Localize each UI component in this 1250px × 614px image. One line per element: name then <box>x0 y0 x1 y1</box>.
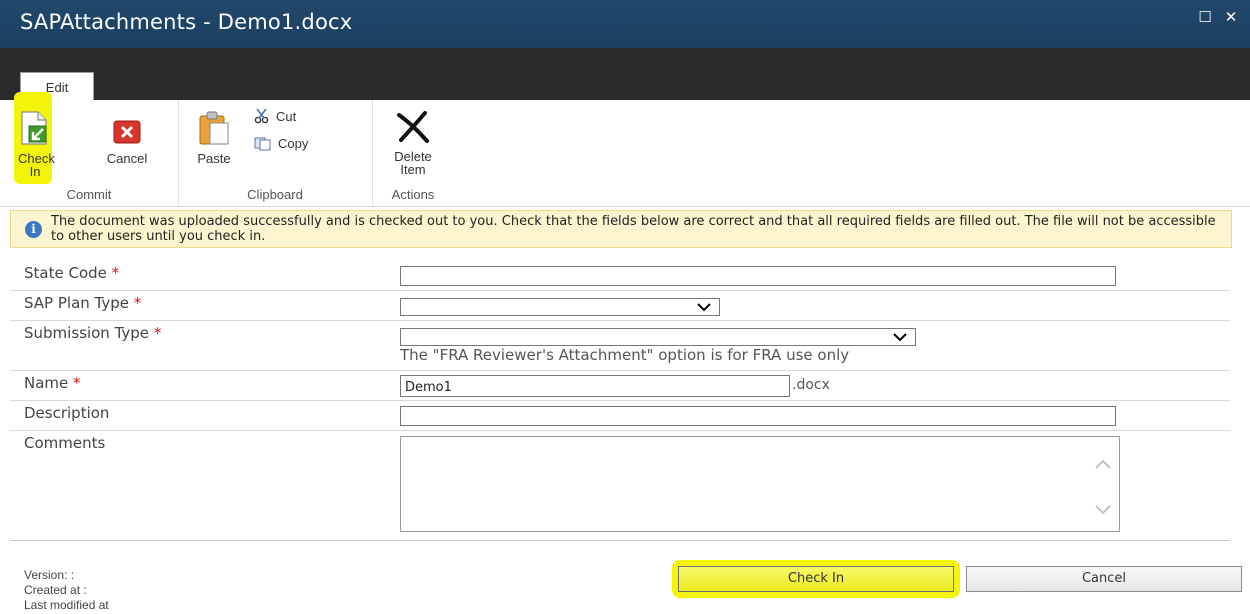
name-input[interactable] <box>400 375 790 397</box>
paste-label: Paste <box>197 151 231 166</box>
check-in-button[interactable]: Check In <box>678 566 954 592</box>
delete-x-icon <box>397 111 429 143</box>
row-sap-plan-type: SAP Plan Type * <box>10 290 1230 321</box>
submission-type-label-text: Submission Type <box>24 324 150 342</box>
modified-info: Last modified at <box>24 598 109 612</box>
state-code-label-text: State Code <box>24 264 107 282</box>
name-label: Name * <box>24 374 81 392</box>
cancel-icon <box>113 120 141 144</box>
comments-label: Comments <box>24 434 106 452</box>
row-name: Name * .docx <box>10 370 1230 401</box>
window-titlebar: SAPAttachments - Demo1.docx ☐ ✕ <box>0 0 1250 48</box>
submission-type-select[interactable] <box>400 328 916 346</box>
delete-item-label: Delete Item <box>394 149 432 177</box>
ribbon-copy-button[interactable]: Copy <box>254 136 308 151</box>
submission-type-label: Submission Type * <box>24 324 161 342</box>
state-code-label: State Code * <box>24 264 119 282</box>
created-info: Created at : <box>24 583 87 597</box>
info-message: The document was uploaded successfully a… <box>51 214 1216 244</box>
close-icon[interactable]: ✕ <box>1222 8 1240 26</box>
scroll-down-icon[interactable] <box>1095 505 1111 515</box>
ribbon-paste-button[interactable]: Paste <box>194 110 234 165</box>
row-state-code: State Code * <box>10 260 1230 291</box>
ribbon-cancel-button[interactable]: Cancel <box>100 118 154 165</box>
window-title: SAPAttachments - Demo1.docx <box>20 10 353 34</box>
ribbon-check-in-button[interactable]: Check In <box>18 110 55 179</box>
maximize-icon[interactable]: ☐ <box>1196 8 1214 26</box>
version-info: Version: : <box>24 568 75 582</box>
required-mark: * <box>111 264 120 282</box>
name-label-text: Name <box>24 374 69 392</box>
scroll-up-icon[interactable] <box>1095 459 1111 469</box>
sap-plan-type-select[interactable] <box>400 298 720 316</box>
info-icon: i <box>25 221 42 238</box>
copy-icon <box>254 137 271 150</box>
check-in-label: Check In <box>18 151 55 179</box>
copy-label: Copy <box>278 136 309 151</box>
comments-textarea[interactable] <box>400 436 1120 532</box>
ribbon-group-clipboard: Paste Cut Copy Clipboard <box>178 100 373 206</box>
group-label-commit: Commit <box>66 187 112 202</box>
ribbon-group-commit: Check In Cancel Commit <box>0 92 179 206</box>
submission-type-hint: The "FRA Reviewer's Attachment" option i… <box>400 346 850 364</box>
description-input[interactable] <box>400 406 1116 426</box>
ribbon: Check In Cancel Commit Paste Cut Copy Cl… <box>0 92 1250 207</box>
ribbon-tabbar <box>0 48 1250 100</box>
row-submission-type: Submission Type * The "FRA Reviewer's At… <box>10 320 1230 371</box>
cancel-label: Cancel <box>106 151 148 166</box>
ribbon-group-actions: Delete Item Actions <box>372 100 454 206</box>
sap-plan-type-label-text: SAP Plan Type <box>24 294 130 312</box>
sap-plan-type-label: SAP Plan Type * <box>24 294 141 312</box>
cut-label: Cut <box>276 108 297 124</box>
chevron-down-icon <box>893 333 907 342</box>
cancel-button[interactable]: Cancel <box>966 566 1242 592</box>
group-label-clipboard: Clipboard <box>247 187 303 202</box>
chevron-down-icon <box>697 303 711 312</box>
required-mark: * <box>153 324 162 342</box>
info-banner: i The document was uploaded successfully… <box>10 210 1232 248</box>
row-description: Description <box>10 400 1230 431</box>
ribbon-delete-item-button[interactable]: Delete Item <box>386 110 440 176</box>
name-suffix: .docx <box>792 377 830 393</box>
row-comments: Comments <box>10 430 1230 541</box>
paste-icon <box>199 111 229 145</box>
state-code-input[interactable] <box>400 266 1116 286</box>
group-label-actions: Actions <box>391 187 435 202</box>
description-label: Description <box>24 404 110 422</box>
scissors-icon <box>254 108 269 124</box>
required-mark: * <box>133 294 142 312</box>
ribbon-cut-button[interactable]: Cut <box>254 108 296 124</box>
check-in-icon <box>21 111 47 145</box>
required-mark: * <box>73 374 81 392</box>
